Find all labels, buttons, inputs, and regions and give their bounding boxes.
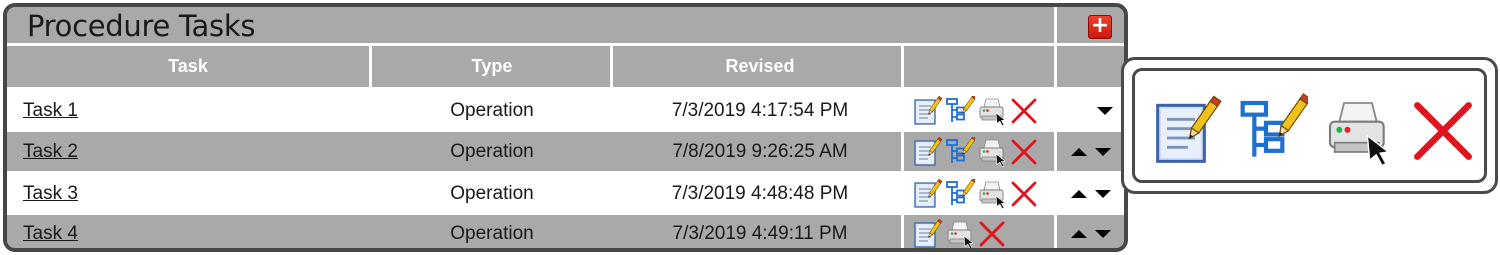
task-type: Operation <box>450 222 534 244</box>
edit-tree-icon[interactable] <box>945 94 977 126</box>
delete-icon[interactable] <box>977 219 1007 249</box>
task-link[interactable]: Task 3 <box>23 183 78 205</box>
task-revised: 7/3/2019 4:17:54 PM <box>671 99 849 121</box>
delete-icon[interactable] <box>1009 137 1039 167</box>
task-link[interactable]: Task 4 <box>23 223 78 245</box>
divider <box>7 87 1124 90</box>
legend-icons <box>1153 93 1493 169</box>
divider <box>1054 7 1057 43</box>
table-header: Task Type Revised <box>7 46 1124 87</box>
delete-icon <box>1408 93 1478 169</box>
edit-tree-icon[interactable] <box>945 135 977 167</box>
edit-tree-icon <box>1238 93 1312 169</box>
table-row: Task 4 Operation 7/3/2019 4:49:11 PM <box>7 215 1124 249</box>
move-up-icon[interactable] <box>1071 229 1087 238</box>
task-cell: Task 3 <box>23 173 78 214</box>
table-row: Task 3 Operation 7/3/2019 4:48:48 PM <box>7 173 1124 214</box>
edit-document-icon[interactable] <box>913 95 943 126</box>
add-task-button[interactable]: + <box>1088 15 1112 39</box>
delete-icon[interactable] <box>1009 96 1039 126</box>
move-down-icon[interactable] <box>1095 189 1111 198</box>
edit-document-icon[interactable] <box>913 136 943 167</box>
divider <box>7 212 1124 215</box>
task-type: Operation <box>450 182 534 204</box>
row-actions <box>913 132 1039 171</box>
edit-document-icon[interactable] <box>913 178 943 209</box>
reorder-controls <box>1097 90 1113 131</box>
divider <box>369 46 372 87</box>
task-revised: 7/8/2019 9:26:25 AM <box>672 140 848 162</box>
icon-legend-zoom <box>1121 57 1498 194</box>
edit-tree-icon[interactable] <box>945 177 977 209</box>
table-row: Task 1 Operation 7/3/2019 4:17:54 PM <box>7 90 1124 131</box>
column-header-revised[interactable]: Revised <box>613 46 907 87</box>
reorder-controls <box>1071 173 1111 214</box>
print-icon <box>1323 93 1393 169</box>
column-header-task[interactable]: Task <box>7 46 369 87</box>
task-link[interactable]: Task 2 <box>23 141 78 163</box>
reorder-controls <box>1071 215 1111 248</box>
move-down-icon[interactable] <box>1095 147 1111 156</box>
panel-title: Procedure Tasks <box>27 9 256 43</box>
divider <box>7 171 1124 174</box>
task-cell: Task 1 <box>23 90 78 131</box>
print-icon[interactable] <box>977 179 1007 209</box>
print-icon[interactable] <box>977 96 1007 126</box>
delete-icon[interactable] <box>1009 179 1039 209</box>
edit-document-icon <box>1153 93 1223 169</box>
icon-legend-inner <box>1132 68 1487 183</box>
task-type: Operation <box>450 99 534 121</box>
move-down-icon[interactable] <box>1097 106 1113 115</box>
edit-document-icon[interactable] <box>913 218 943 249</box>
task-cell: Task 2 <box>23 132 78 171</box>
task-cell: Task 4 <box>23 215 78 248</box>
task-link[interactable]: Task 1 <box>23 100 78 122</box>
print-icon[interactable] <box>945 219 975 248</box>
divider <box>901 46 904 248</box>
divider <box>7 129 1124 132</box>
move-down-icon[interactable] <box>1095 229 1111 238</box>
move-up-icon[interactable] <box>1071 189 1087 198</box>
column-header-type[interactable]: Type <box>372 46 612 87</box>
reorder-controls <box>1071 132 1111 171</box>
print-icon[interactable] <box>977 137 1007 167</box>
panel-header: Procedure Tasks + <box>7 7 1124 43</box>
divider <box>610 46 613 87</box>
move-up-icon[interactable] <box>1071 147 1087 156</box>
procedure-tasks-panel: Procedure Tasks + Task Type Revised Task… <box>3 3 1128 252</box>
row-actions <box>913 90 1039 131</box>
task-type: Operation <box>450 140 534 162</box>
row-actions <box>913 173 1039 214</box>
row-actions <box>913 215 1007 249</box>
task-revised: 7/3/2019 4:49:11 PM <box>672 222 848 244</box>
divider <box>1054 46 1057 248</box>
plus-icon: + <box>1090 13 1110 38</box>
table-row: Task 2 Operation 7/8/2019 9:26:25 AM <box>7 132 1124 171</box>
task-revised: 7/3/2019 4:48:48 PM <box>671 182 849 204</box>
